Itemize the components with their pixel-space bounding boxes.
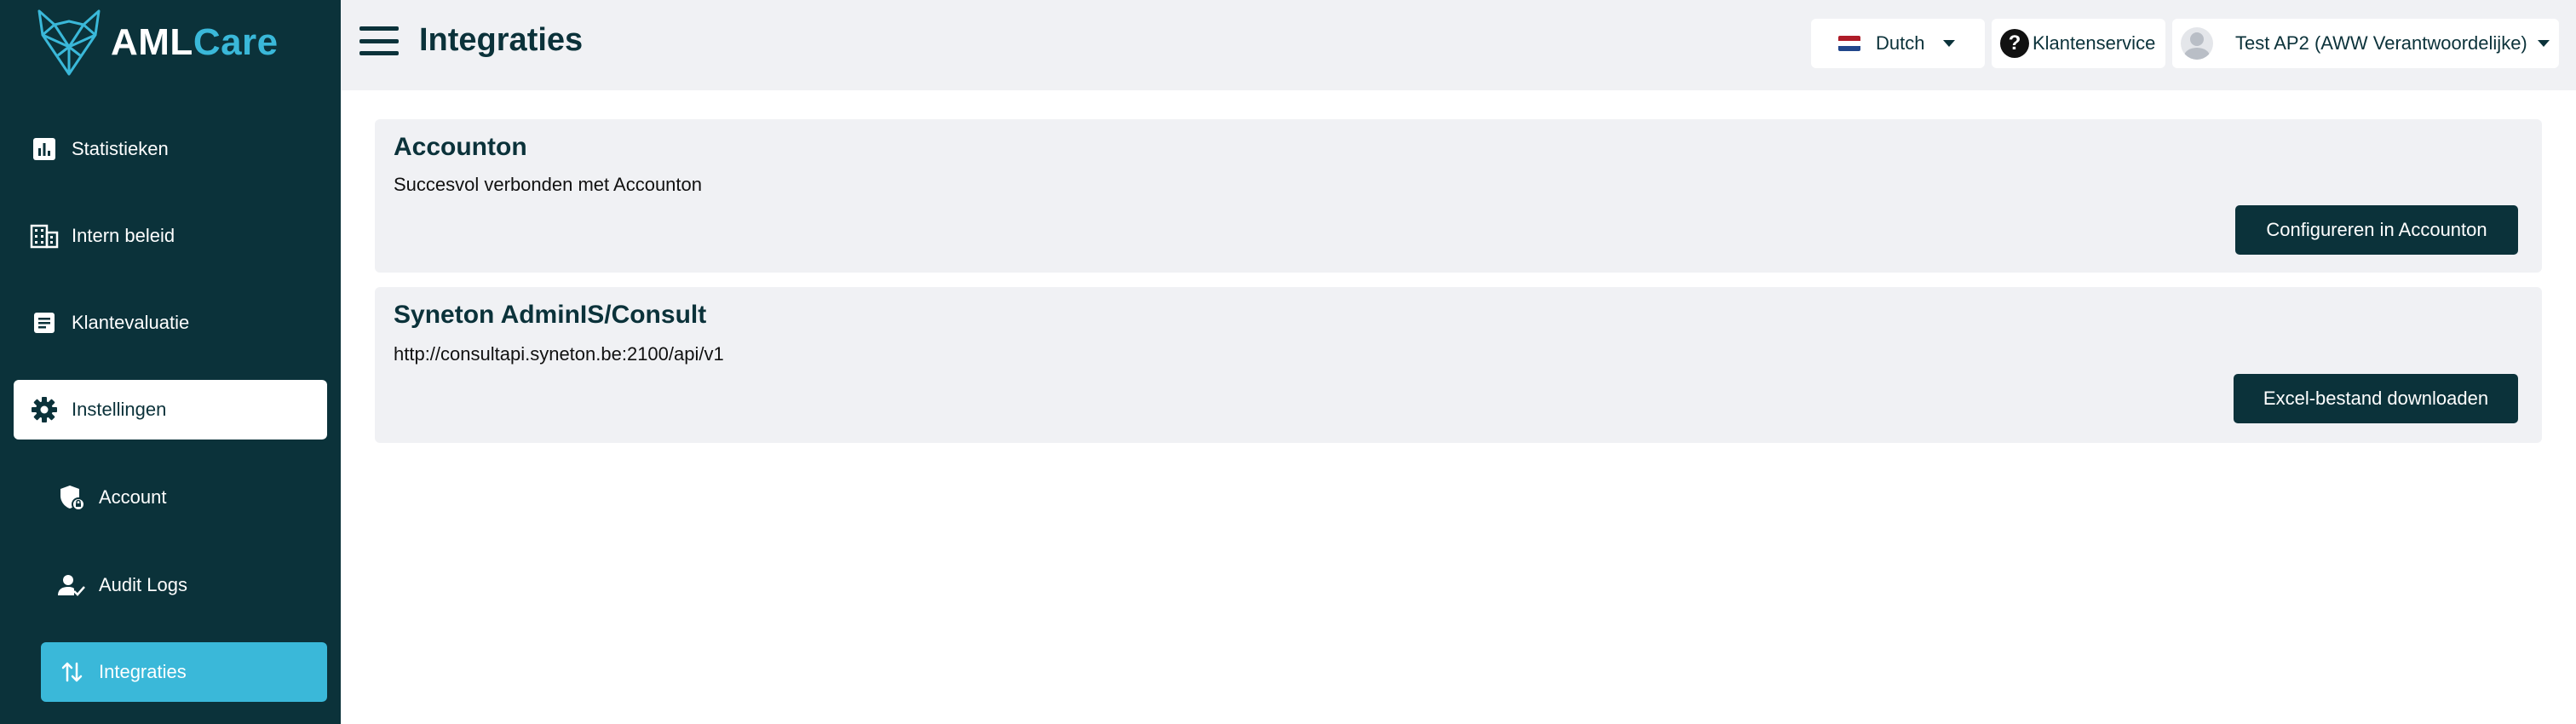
- menu-toggle-icon[interactable]: [359, 26, 399, 55]
- help-icon: ?: [2000, 29, 2029, 58]
- page-title: Integraties: [419, 22, 584, 58]
- card-url-text: http://consultapi.syneton.be:2100/api/v1: [394, 343, 724, 365]
- support-label: Klantenservice: [2033, 32, 2156, 54]
- sidebar-item-klantevaluatie[interactable]: Klantevaluatie: [14, 293, 327, 353]
- download-excel-button[interactable]: Excel-bestand downloaden: [2234, 374, 2518, 423]
- netherlands-flag-icon: [1838, 36, 1860, 51]
- configure-accounton-button[interactable]: Configureren in Accounton: [2235, 205, 2518, 255]
- language-selector[interactable]: Dutch: [1811, 19, 1985, 68]
- swap-arrows-icon: [56, 657, 87, 687]
- avatar: [2181, 27, 2213, 60]
- integration-card-accounton: Accounton Succesvol verbonden met Accoun…: [375, 119, 2542, 273]
- sidebar-item-instellingen[interactable]: Instellingen: [14, 380, 327, 440]
- document-icon: [29, 307, 60, 338]
- chevron-down-icon: [2537, 40, 2550, 47]
- sidebar-item-audit-logs[interactable]: Audit Logs: [41, 555, 327, 615]
- sidebar-item-label: Integraties: [99, 661, 187, 682]
- chevron-down-icon: [1943, 40, 1956, 47]
- user-menu[interactable]: Test AP2 (AWW Verantwoordelijke): [2172, 19, 2559, 68]
- sidebar-item-account[interactable]: Account: [41, 468, 327, 527]
- user-name: Test AP2 (AWW Verantwoordelijke): [2235, 32, 2527, 54]
- fox-logo-icon: [37, 9, 101, 76]
- bar-chart-icon: [29, 134, 60, 164]
- shield-lock-icon: [56, 482, 87, 513]
- integration-card-syneton: Syneton AdminIS/Consult http://consultap…: [375, 287, 2542, 443]
- building-icon: [29, 221, 60, 251]
- sidebar-item-label: Instellingen: [72, 399, 167, 420]
- brand-logo[interactable]: AMLCare: [32, 5, 279, 80]
- sidebar-item-label: Klantevaluatie: [72, 312, 190, 333]
- brand-name: AMLCare: [111, 21, 279, 64]
- card-title: Syneton AdminIS/Consult: [394, 301, 707, 329]
- top-header: Integraties Dutch ? Klantenservice Test …: [341, 0, 2576, 90]
- user-check-icon: [56, 570, 87, 600]
- sidebar-item-label: Statistieken: [72, 138, 169, 159]
- sidebar-item-integraties[interactable]: Integraties: [41, 642, 327, 702]
- card-status-text: Succesvol verbonden met Accounton: [394, 174, 703, 195]
- sidebar-item-label: Intern beleid: [72, 225, 175, 246]
- support-button[interactable]: ? Klantenservice: [1992, 19, 2165, 68]
- sidebar-item-statistieken[interactable]: Statistieken: [14, 119, 327, 179]
- brand-name-part1: AML: [111, 21, 193, 63]
- sidebar-item-intern-beleid[interactable]: Intern beleid: [14, 206, 327, 266]
- sidebar-item-label: Account: [99, 486, 167, 508]
- card-title: Accounton: [394, 133, 527, 161]
- sidebar-item-label: Audit Logs: [99, 574, 187, 595]
- sidebar: AMLCare Statistieken Intern beleid Klant…: [0, 0, 341, 724]
- language-label: Dutch: [1876, 32, 1925, 54]
- brand-name-part2: Care: [193, 21, 279, 63]
- gear-icon: [29, 394, 60, 425]
